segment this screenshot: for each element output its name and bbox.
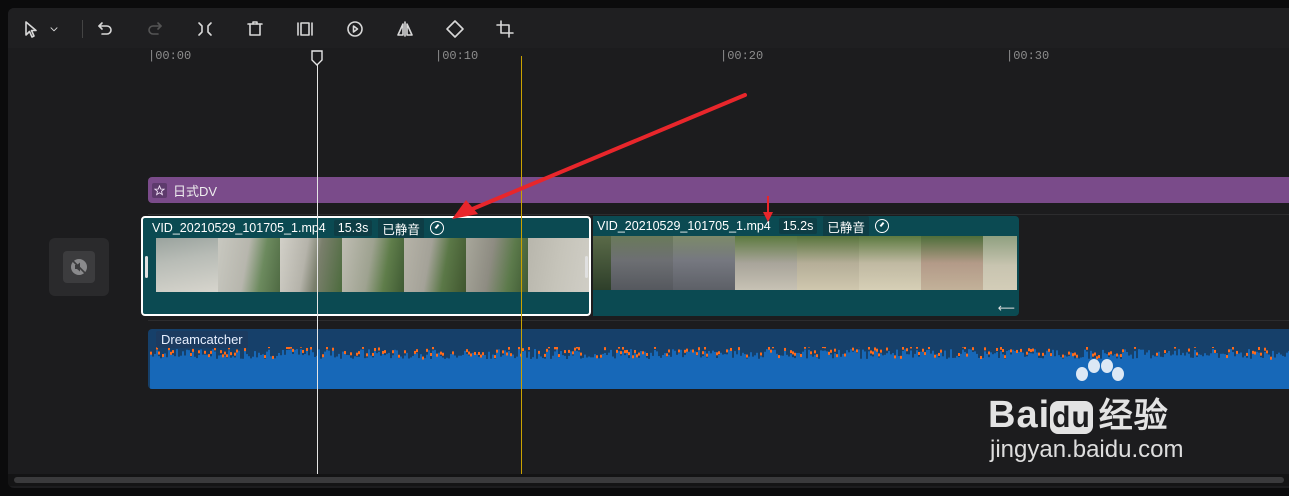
- crop-button[interactable]: [492, 16, 518, 42]
- clip-filename: VID_20210529_101705_1.mp4: [597, 219, 771, 233]
- video-thumbnail: [466, 238, 528, 292]
- select-mode-dropdown[interactable]: [46, 16, 62, 42]
- select-tool-icon: [25, 21, 37, 38]
- watermark-bai: Bai: [988, 394, 1051, 436]
- video-thumbnail: [921, 236, 983, 290]
- video-thumbnail: [611, 236, 673, 290]
- video-thumbnail: [404, 238, 466, 292]
- ruler-label-10: |00:10: [435, 49, 479, 63]
- thumbnail-strip: [156, 238, 589, 292]
- playhead-line[interactable]: [317, 56, 318, 474]
- baidu-watermark: Baidu 经验 jingyan.baidu.com: [988, 358, 1228, 468]
- clip-mute-status: 已静音: [823, 216, 869, 237]
- redo-button[interactable]: [142, 16, 168, 42]
- watermark-url: jingyan.baidu.com: [990, 436, 1184, 463]
- video-thumbnail: [342, 238, 404, 292]
- time-ruler[interactable]: |00:00 |00:10 |00:20 |00:30: [8, 48, 1289, 70]
- speed-icon: [874, 219, 889, 233]
- freeze-frame-button[interactable]: [292, 16, 318, 42]
- video-thumbnail: [280, 238, 342, 292]
- video-thumbnail: [983, 236, 1017, 290]
- select-tool-button[interactable]: [18, 16, 44, 42]
- undo-button[interactable]: [92, 16, 118, 42]
- video-thumbnail: [673, 236, 735, 290]
- effect-label: 日式DV: [173, 183, 218, 199]
- ruler-label-20: |00:20: [720, 49, 764, 63]
- video-thumbnail: [156, 238, 218, 292]
- video-thumbnail: [735, 236, 797, 290]
- clip-header: VID_20210529_101705_1.mp4 15.2s 已静音: [593, 216, 889, 237]
- paw-logo-icon: [1076, 359, 1124, 381]
- toolbar-divider: [82, 20, 83, 38]
- track-header: [49, 238, 109, 296]
- clip-filename: VID_20210529_101705_1.mp4: [152, 221, 326, 235]
- thumbnail-strip: [593, 236, 1017, 290]
- mute-icon: [71, 259, 87, 275]
- effect-star-icon: [152, 182, 167, 198]
- effect-track-clip[interactable]: 日式DV: [148, 177, 1289, 203]
- ruler-label-30: |00:30: [1006, 49, 1050, 63]
- video-clip-2[interactable]: VID_20210529_101705_1.mp4 15.2s 已静音 ⟵: [593, 216, 1019, 316]
- clip-trim-handle-right[interactable]: [585, 256, 588, 278]
- video-thumbnail: [593, 236, 611, 290]
- chevron-down-icon: [50, 27, 58, 32]
- mirror-button[interactable]: [392, 16, 418, 42]
- rotate-button[interactable]: [442, 16, 468, 42]
- rotate-icon: [446, 20, 464, 38]
- playhead-handle-icon[interactable]: [311, 50, 323, 66]
- return-arrow-icon: ⟵: [997, 301, 1015, 315]
- clip-duration: 15.2s: [778, 218, 818, 234]
- clip-duration: 15.3s: [333, 220, 373, 236]
- delete-icon: [247, 21, 263, 36]
- crop-icon: [496, 20, 514, 38]
- video-thumbnail: [797, 236, 859, 290]
- reverse-button[interactable]: [342, 16, 368, 42]
- redo-icon: [148, 22, 162, 35]
- scrollbar-thumb[interactable]: [14, 477, 1284, 483]
- ruler-label-0: |00:00: [148, 49, 192, 63]
- watermark-brand: Baidu 经验: [988, 388, 1169, 437]
- horizontal-scrollbar[interactable]: [8, 474, 1289, 486]
- video-clip-1[interactable]: VID_20210529_101705_1.mp4 15.3s 已静音: [141, 216, 591, 316]
- mirror-icon: [397, 21, 413, 37]
- reverse-icon: [347, 21, 363, 37]
- delete-button[interactable]: [242, 16, 268, 42]
- watermark-du: du: [1050, 401, 1093, 434]
- undo-icon: [98, 22, 112, 35]
- freeze-frame-icon: [297, 22, 313, 36]
- audio-clip-label: Dreamcatcher: [156, 331, 248, 348]
- video-thumbnail: [528, 238, 589, 292]
- hover-cursor-line: [521, 56, 522, 474]
- clip-mute-status: 已静音: [378, 218, 424, 239]
- video-thumbnail: [218, 238, 280, 292]
- video-thumbnail: [859, 236, 921, 290]
- clip-header: VID_20210529_101705_1.mp4 15.3s 已静音: [143, 218, 444, 239]
- speed-icon: [429, 221, 444, 235]
- split-button[interactable]: [192, 16, 218, 42]
- timeline-toolbar: [8, 8, 1289, 48]
- mute-toggle-button[interactable]: [63, 251, 95, 283]
- split-icon: [198, 22, 212, 36]
- watermark-suffix: 经验: [1098, 397, 1169, 435]
- clip-trim-handle-left[interactable]: [145, 256, 148, 278]
